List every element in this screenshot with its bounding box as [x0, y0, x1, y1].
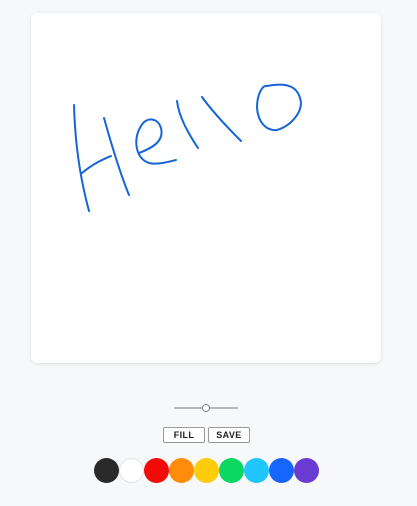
fill-button[interactable]: FILL: [163, 427, 205, 443]
color-swatch-black[interactable]: [94, 458, 119, 483]
handwritten-drawing: [73, 83, 302, 212]
action-buttons: FILL SAVE: [163, 427, 250, 443]
slider-thumb[interactable]: [202, 404, 210, 412]
color-swatch-red[interactable]: [144, 458, 169, 483]
color-swatch-orange[interactable]: [169, 458, 194, 483]
save-button[interactable]: SAVE: [208, 427, 250, 443]
stroke-e: [135, 118, 177, 165]
color-swatch-white[interactable]: [119, 458, 144, 483]
stroke-l-first: [176, 100, 199, 149]
color-swatch-cyan[interactable]: [244, 458, 269, 483]
stroke-h-bar: [81, 155, 112, 174]
stroke-h-left: [73, 104, 90, 212]
stroke-l-second: [201, 96, 242, 142]
stroke-o: [256, 83, 302, 132]
color-swatch-purple[interactable]: [294, 458, 319, 483]
color-swatch-yellow[interactable]: [194, 458, 219, 483]
drawing-canvas[interactable]: [31, 13, 381, 363]
color-swatch-green[interactable]: [219, 458, 244, 483]
color-palette: [94, 458, 319, 483]
brush-size-slider[interactable]: [174, 402, 238, 414]
color-swatch-blue[interactable]: [269, 458, 294, 483]
